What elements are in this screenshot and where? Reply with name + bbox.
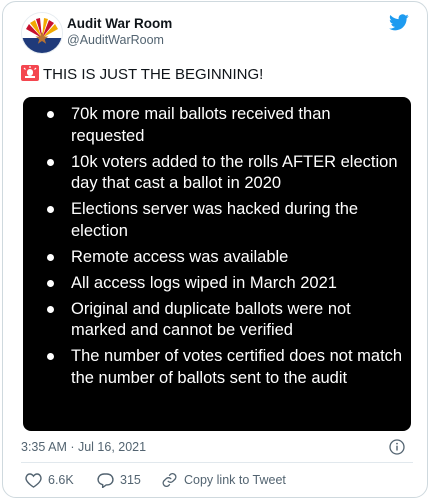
bullet-item: Remote access was available: [33, 247, 403, 269]
heart-icon: [25, 473, 42, 488]
bullet-text: 70k more mail ballots received than requ…: [71, 105, 331, 145]
bullet-item: The number of votes certified does not m…: [33, 346, 403, 389]
bullet-text: 10k voters added to the rolls AFTER elec…: [71, 152, 398, 193]
bullet-item: 10k voters added to the rolls AFTER elec…: [33, 152, 403, 195]
bullet-dot: [47, 253, 54, 261]
copy-link-button[interactable]: Copy link to Tweet: [161, 470, 286, 490]
bullet-dot: [47, 305, 54, 313]
twitter-bird-icon[interactable]: [389, 14, 409, 31]
bullet-item: All access logs wiped in March 2021: [33, 273, 403, 295]
account-handle[interactable]: @AuditWarRoom: [67, 32, 172, 49]
reply-button[interactable]: 315: [97, 470, 141, 490]
bullet-item: 70k more mail ballots received than requ…: [33, 104, 403, 147]
headline-text: THIS IS JUST THE BEGINNING!: [43, 66, 264, 83]
bullet-text: Original and duplicate ballots were not …: [71, 299, 351, 340]
tweet-actions: 6.6K 315 Copy link to Tweet: [21, 470, 413, 490]
tweet-text: THIS IS JUST THE BEGINNING!: [21, 65, 413, 87]
speech-bubble-icon: [97, 473, 114, 488]
bullet-dot: [47, 279, 54, 287]
bullet-text: Remote access was available: [71, 247, 289, 266]
avatar[interactable]: [21, 12, 63, 54]
link-icon: [162, 473, 177, 487]
police-siren-emoji-icon: [21, 65, 39, 81]
bullet-text: Elections server was hacked during the e…: [71, 200, 359, 240]
like-button[interactable]: 6.6K: [25, 470, 74, 490]
bullet-text: The number of votes certified does not m…: [71, 347, 403, 387]
account-names[interactable]: Audit War Room @AuditWarRoom: [67, 15, 172, 49]
bullet-dot: [47, 158, 54, 166]
arizona-flag-avatar-icon: [22, 13, 62, 53]
bullet-dot: [47, 353, 54, 361]
bullet-item: Original and duplicate ballots were not …: [33, 299, 403, 342]
tweet-header: Audit War Room @AuditWarRoom: [21, 12, 413, 54]
tweet-image[interactable]: 70k more mail ballots received than requ…: [23, 97, 411, 431]
info-icon[interactable]: [389, 439, 405, 455]
bullet-dot: [47, 206, 54, 214]
tweet-meta: 3:35 AM · Jul 16, 2021: [21, 438, 413, 456]
reply-count: 315: [120, 473, 141, 487]
copy-link-label: Copy link to Tweet: [184, 473, 286, 487]
tweet-timestamp[interactable]: 3:35 AM · Jul 16, 2021: [21, 440, 146, 454]
bullet-dot: [47, 111, 54, 118]
bullet-item: Elections server was hacked during the e…: [33, 199, 403, 242]
bullet-text: All access logs wiped in March 2021: [71, 273, 337, 292]
like-count: 6.6K: [48, 473, 74, 487]
bullet-list: 70k more mail ballots received than requ…: [23, 97, 411, 389]
tweet-card[interactable]: Audit War Room @AuditWarRoom THIS IS JUS…: [2, 1, 428, 498]
divider: [21, 462, 413, 463]
display-name[interactable]: Audit War Room: [67, 15, 172, 32]
